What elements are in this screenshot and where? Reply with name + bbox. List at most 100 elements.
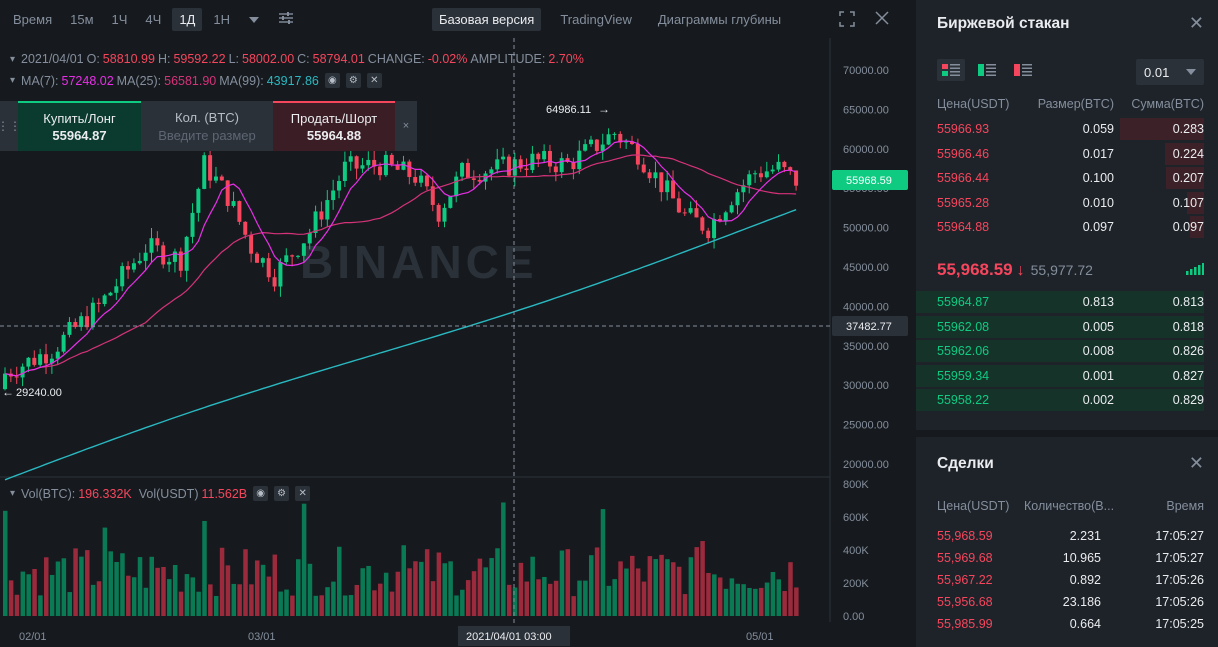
candle-body xyxy=(237,201,242,222)
candle-body xyxy=(606,134,611,145)
trade-price: 55,968.59 xyxy=(937,529,993,543)
col-qty: Количество(B... xyxy=(1024,499,1115,513)
volume-bar xyxy=(208,584,213,616)
eye-icon[interactable]: ◉ xyxy=(324,73,340,88)
candle-body xyxy=(114,286,119,293)
vol-usdt-label: Vol(USDT) xyxy=(138,486,199,501)
candle-body xyxy=(424,175,429,187)
candle-body xyxy=(266,258,271,278)
volume-bar xyxy=(202,520,207,616)
trade-row: 55,967.22 0.892 17:05:26 xyxy=(916,569,1218,591)
volume-bar xyxy=(307,563,313,616)
ask-row[interactable]: 55964.88 0.097 0.097 xyxy=(916,216,1218,238)
bid-price: 55958.22 xyxy=(937,393,990,407)
candlestick-chart[interactable]: BINANCE70000.0065000.0060000.0055000.005… xyxy=(0,0,910,647)
bid-size: 0.001 xyxy=(1082,368,1114,383)
volume-bar xyxy=(471,571,477,616)
volume-bar xyxy=(61,558,67,616)
collapse-chevron-icon[interactable]: ▾ xyxy=(10,488,15,499)
volume-bar xyxy=(73,548,78,616)
volume-bar xyxy=(524,581,530,616)
view-both-icon[interactable] xyxy=(937,59,965,81)
bid-row[interactable]: 55964.87 0.813 0.813 xyxy=(916,291,1218,313)
candle-body xyxy=(342,161,347,181)
volume-bar xyxy=(589,555,594,616)
bid-row[interactable]: 55959.34 0.001 0.827 xyxy=(916,364,1218,387)
chart-area[interactable]: Время 15м 1Ч 4Ч 1Д 1Н Базовая версия Tra… xyxy=(0,0,910,647)
volume-bar xyxy=(712,574,717,616)
volume-bar xyxy=(49,574,55,616)
buy-long-button[interactable]: Купить/Лонг 55964.87 xyxy=(18,101,141,151)
close-trades-icon[interactable]: ✕ xyxy=(1189,453,1204,474)
volume-bar xyxy=(653,559,658,616)
y-tick-label: 30000.00 xyxy=(843,380,889,392)
candle-body xyxy=(577,150,582,170)
candle-body xyxy=(712,218,717,239)
sell-short-button[interactable]: Продать/Шорт 55964.88 xyxy=(273,101,395,151)
ohlc-info-line: ▾ 2021/04/01 O: 58810.99 H: 59592.22 L: 580… xyxy=(10,52,587,66)
ask-row[interactable]: 55966.44 0.100 0.207 xyxy=(916,167,1218,189)
close-trade-box-icon[interactable]: × xyxy=(395,101,417,151)
precision-select[interactable]: 0.01 xyxy=(1136,59,1204,85)
ma25-label: MA(25): xyxy=(116,73,162,88)
collapse-chevron-icon[interactable]: ▾ xyxy=(10,75,15,86)
collapse-chevron-icon[interactable]: ▾ xyxy=(10,54,15,65)
signal-bars-icon xyxy=(1186,263,1204,278)
candle-body xyxy=(354,156,359,169)
ask-size: 0.097 xyxy=(1082,220,1114,234)
bid-row[interactable]: 55958.22 0.002 0.829 xyxy=(916,389,1218,411)
candle-body xyxy=(225,180,230,206)
settings-icon[interactable]: ⚙ xyxy=(274,486,290,501)
volume-bar xyxy=(219,547,225,616)
chevron-down-icon xyxy=(1186,69,1196,75)
remove-icon[interactable]: ✕ xyxy=(295,486,311,501)
volume-bar xyxy=(518,562,524,616)
ask-row[interactable]: 55966.93 0.059 0.283 xyxy=(916,118,1218,140)
ask-row[interactable]: 55966.46 0.017 0.224 xyxy=(916,142,1218,165)
drag-handle-icon[interactable]: ⋮⋮ xyxy=(0,101,21,151)
order-book-view-toggles xyxy=(937,59,1037,81)
quantity-field[interactable]: Кол. (BTC) Введите размер xyxy=(141,101,273,151)
ask-size: 0.017 xyxy=(1082,146,1114,161)
arrow-down-icon: ↓ xyxy=(1016,262,1025,279)
volume-bar xyxy=(671,562,676,616)
settings-icon[interactable]: ⚙ xyxy=(345,73,361,88)
volume-bar xyxy=(782,591,787,616)
bid-row[interactable]: 55962.08 0.005 0.818 xyxy=(916,315,1218,338)
candle-body xyxy=(243,221,248,235)
x-tick-label: 03/01 xyxy=(248,631,276,643)
volume-bar xyxy=(383,572,389,616)
view-bids-icon[interactable] xyxy=(973,59,1001,81)
candle-body xyxy=(38,354,43,365)
volume-bar xyxy=(337,546,342,616)
ask-row[interactable]: 55965.28 0.010 0.107 xyxy=(916,191,1218,214)
last-price: 55,968.59 xyxy=(937,260,1013,279)
volume-bar xyxy=(594,547,600,616)
candle-body xyxy=(131,263,136,270)
bid-size: 0.005 xyxy=(1082,319,1114,334)
mark-price: 55,977.72 xyxy=(1030,262,1093,278)
candle-body xyxy=(518,159,523,169)
ask-sum: 0.224 xyxy=(1172,146,1204,161)
candle-body xyxy=(594,139,599,151)
bid-size: 0.002 xyxy=(1082,393,1114,407)
ma7-label: MA(7): xyxy=(21,73,59,88)
ask-price: 55965.28 xyxy=(937,195,990,210)
bid-row[interactable]: 55962.06 0.008 0.826 xyxy=(916,340,1218,362)
close-order-book-icon[interactable]: ✕ xyxy=(1189,13,1204,34)
view-asks-icon[interactable] xyxy=(1009,59,1037,81)
candle-body xyxy=(454,176,459,197)
volume-bar xyxy=(67,592,72,616)
volume-bar xyxy=(172,564,178,616)
volume-bar xyxy=(290,595,295,616)
candle-body xyxy=(782,161,787,168)
close-label: C: xyxy=(297,52,310,66)
high-label: H: xyxy=(157,52,171,66)
candle-body xyxy=(723,212,728,222)
remove-icon[interactable]: ✕ xyxy=(366,73,382,88)
candle-body xyxy=(202,155,207,189)
candle-body xyxy=(553,166,558,173)
eye-icon[interactable]: ◉ xyxy=(253,486,269,501)
ask-price: 55966.46 xyxy=(937,146,990,161)
volume-bar xyxy=(717,577,723,616)
